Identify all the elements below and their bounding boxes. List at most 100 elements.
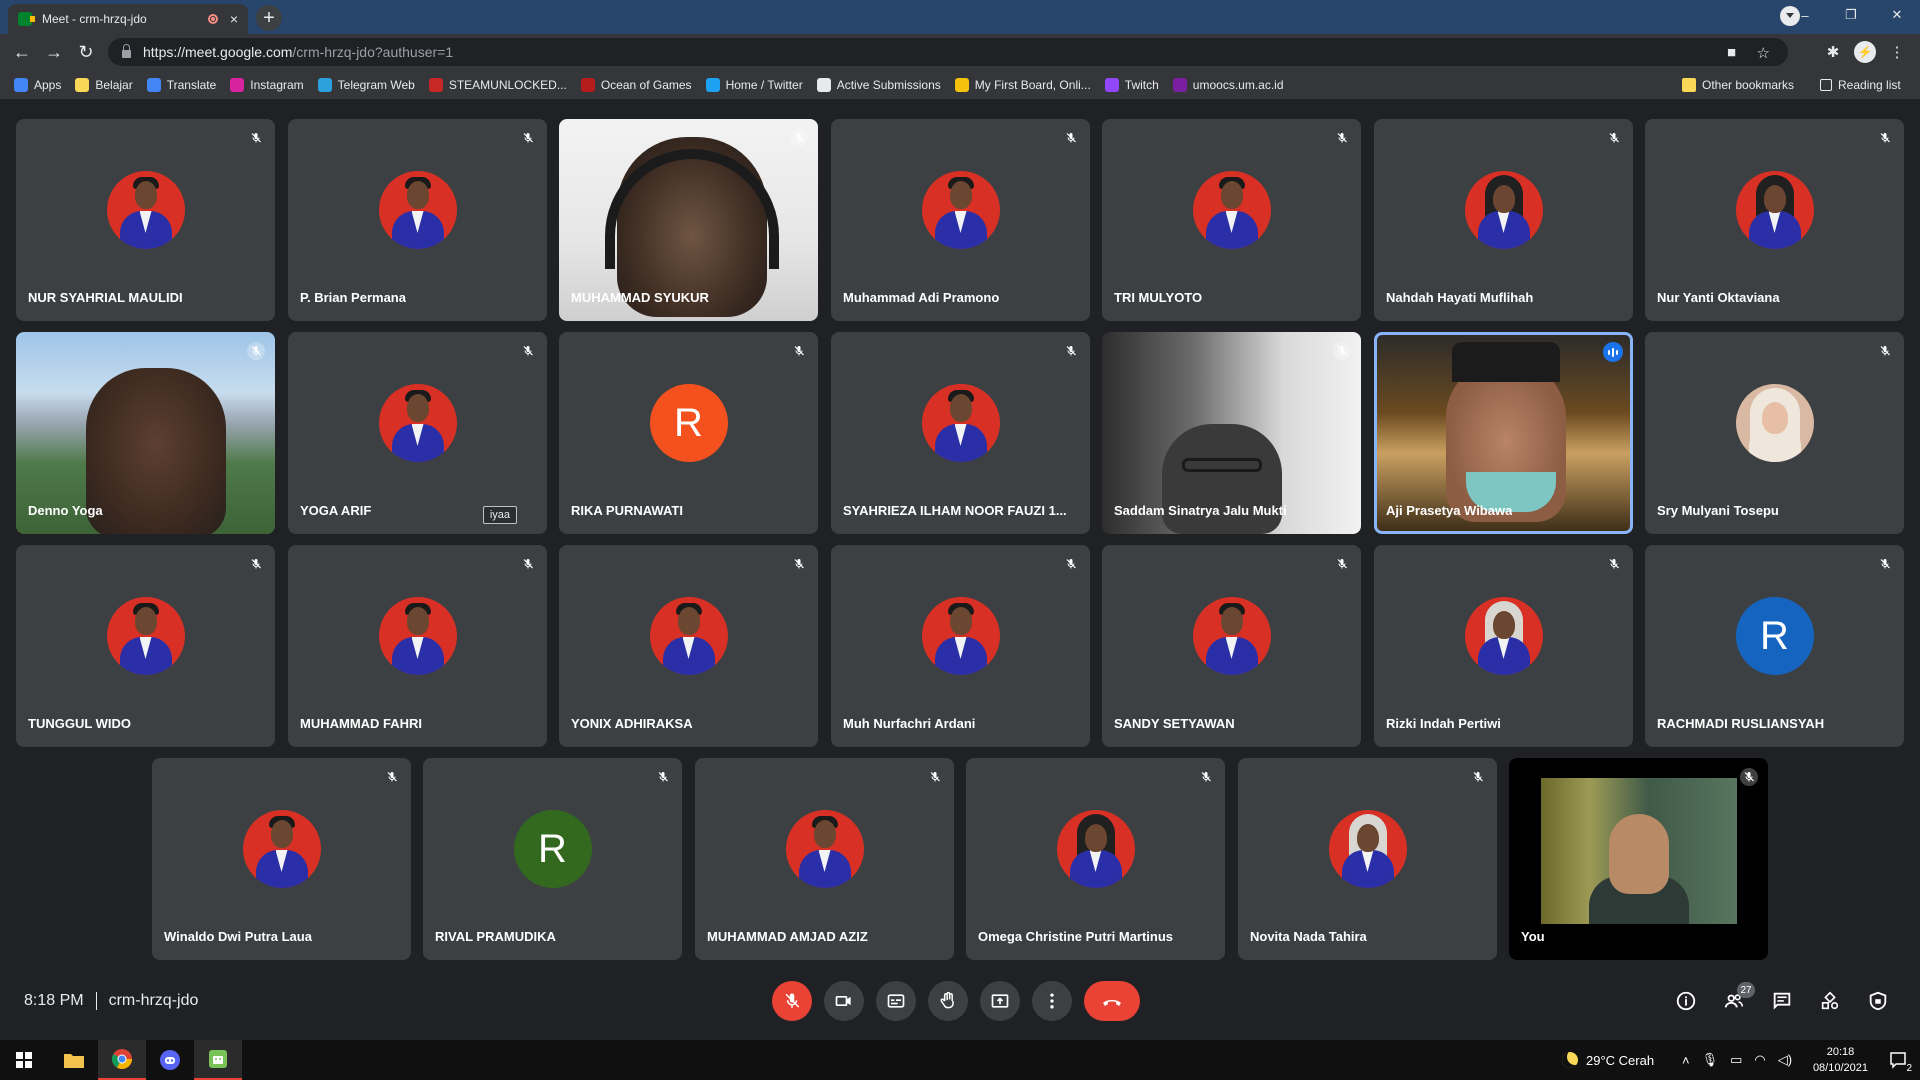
participant-tile[interactable]: TUNGGUL WIDO [16, 545, 275, 747]
participant-tile[interactable]: Saddam Sinatrya Jalu Mukti [1102, 332, 1361, 534]
tab-meet[interactable]: Meet - crm-hrzq-jdo × [8, 4, 248, 34]
wifi-icon[interactable]: ◠ [1754, 1052, 1765, 1068]
clock-date: 08/10/2021 [1812, 1062, 1868, 1074]
forward-icon[interactable]: → [42, 40, 66, 64]
participant-tile[interactable]: MUHAMMAD AMJAD AZIZ [695, 758, 954, 960]
camera-in-use-icon[interactable]: ■ [1727, 44, 1736, 61]
camera-toggle-button[interactable] [824, 981, 864, 1021]
extensions-icon[interactable]: ✱ [1822, 41, 1844, 63]
participant-tile[interactable]: R RIKA PURNAWATI [559, 332, 818, 534]
participant-tile[interactable]: NUR SYAHRIAL MAULIDI [16, 119, 275, 321]
participant-tile[interactable]: Muhammad Adi Pramono [831, 119, 1090, 321]
participant-name: MUHAMMAD AMJAD AZIZ [707, 929, 868, 944]
other-bookmarks[interactable]: Other bookmarks [1682, 70, 1794, 100]
participant-tile[interactable]: Novita Nada Tahira [1238, 758, 1497, 960]
android-app-taskbar-icon[interactable] [194, 1040, 242, 1080]
discord-taskbar-icon[interactable] [146, 1040, 194, 1080]
present-screen-button[interactable] [980, 981, 1020, 1021]
participant-tile[interactable]: R RIVAL PRAMUDIKA [423, 758, 682, 960]
bookmark-twitter[interactable]: Home / Twitter [705, 77, 803, 92]
mic-toggle-button[interactable] [772, 981, 812, 1021]
participant-name: YONIX ADHIRAKSA [571, 716, 693, 731]
chevron-up-icon[interactable]: ˄ [1682, 1053, 1690, 1068]
participant-tile[interactable]: Denno Yoga [16, 332, 275, 534]
new-tab-button[interactable]: + [256, 5, 282, 31]
bookmark-twitch[interactable]: Twitch [1104, 77, 1159, 92]
bookmark-star-icon[interactable]: ☆ [1757, 44, 1770, 62]
call-end-icon [1103, 1000, 1121, 1006]
participant-avatar [1328, 810, 1407, 888]
participant-tile[interactable]: R RACHMADI RUSLIANSYAH [1645, 545, 1904, 747]
captions-button[interactable] [876, 981, 916, 1021]
participant-tile[interactable]: Muh Nurfachri Ardani [831, 545, 1090, 747]
participant-tile[interactable]: MUHAMMAD SYUKUR [559, 119, 818, 321]
battery-icon[interactable]: ▭ [1730, 1052, 1742, 1068]
participant-tile[interactable]: Sry Mulyani Tosepu [1645, 332, 1904, 534]
participant-tile[interactable]: Omega Christine Putri Martinus [966, 758, 1225, 960]
participant-tile[interactable]: YONIX ADHIRAKSA [559, 545, 818, 747]
participant-tile[interactable]: SANDY SETYAWAN [1102, 545, 1361, 747]
peci-cap [1452, 342, 1560, 382]
windows-start-icon[interactable] [0, 1040, 48, 1080]
bookmark-apps[interactable]: Apps [14, 77, 61, 92]
participants-button[interactable]: 27 [1719, 982, 1755, 1016]
participant-tile[interactable]: Nur Yanti Oktaviana [1645, 119, 1904, 321]
chat-button[interactable] [1767, 986, 1797, 1016]
reload-icon[interactable]: ↻ [74, 40, 98, 64]
participant-name: Rizki Indah Pertiwi [1386, 716, 1501, 731]
mic-muted-icon [1333, 129, 1351, 147]
notification-center-icon [1890, 1052, 1906, 1069]
volume-icon[interactable]: ◁) [1778, 1052, 1792, 1068]
activities-button[interactable] [1815, 986, 1845, 1016]
minimize-button[interactable]: – [1782, 0, 1828, 30]
tab-close-button[interactable]: × [230, 11, 238, 27]
participant-tile[interactable]: You [1509, 758, 1768, 960]
chat-icon [1773, 992, 1791, 1010]
bookmark-belajar[interactable]: Belajar [75, 77, 133, 92]
address-bar[interactable]: https://meet.google.com/crm-hrzq-jdo?aut… [108, 38, 1788, 66]
participant-avatar: R [649, 384, 728, 462]
participant-tile[interactable]: P. Brian Permana [288, 119, 547, 321]
raise-hand-button[interactable] [928, 981, 968, 1021]
profile-avatar-icon[interactable]: ⚡ [1854, 41, 1876, 63]
apps-grid-icon [14, 77, 28, 92]
bookmark-label: Telegram Web [337, 77, 415, 92]
participant-tile[interactable]: Rizki Indah Pertiwi [1374, 545, 1633, 747]
participant-tile[interactable]: YOGA ARIF iyaa [288, 332, 547, 534]
bookmark-ocean-of-games[interactable]: Ocean of Games [580, 77, 692, 92]
mic-off-icon [785, 993, 800, 1008]
bookmark-active-submissions[interactable]: Active Submissions [816, 77, 941, 92]
bookmark-instagram[interactable]: Instagram [230, 77, 304, 92]
leave-call-button[interactable] [1084, 981, 1140, 1021]
microphone-tray-icon[interactable]: 🎙︎ [1702, 1052, 1719, 1068]
participant-tile[interactable]: MUHAMMAD FAHRI [288, 545, 547, 747]
mic-muted-icon [1876, 129, 1894, 147]
participant-tile[interactable]: Nahdah Hayati Muflihah [1374, 119, 1633, 321]
bookmark-my-first-board[interactable]: My First Board, Onli... [954, 77, 1091, 92]
bookmark-umoocs[interactable]: umoocs.um.ac.id [1172, 77, 1284, 92]
file-explorer-icon[interactable] [50, 1040, 98, 1080]
notifications-button[interactable]: 2 [1876, 1040, 1920, 1080]
participant-name: YOGA ARIF [300, 503, 372, 518]
weather-widget[interactable]: 29°C Cerah [1562, 1040, 1654, 1080]
close-window-button[interactable]: ✕ [1874, 0, 1920, 30]
bookmark-telegram[interactable]: Telegram Web [317, 77, 415, 92]
reading-list[interactable]: Reading list [1820, 70, 1901, 100]
miro-icon [954, 77, 969, 92]
participant-tile[interactable]: TRI MULYOTO [1102, 119, 1361, 321]
back-icon[interactable]: ← [10, 40, 34, 64]
participant-tile[interactable]: SYAHRIEZA ILHAM NOOR FAUZI 1... [831, 332, 1090, 534]
more-options-button[interactable] [1032, 981, 1072, 1021]
bookmark-translate[interactable]: Translate [146, 77, 216, 92]
bookmark-steamunlocked[interactable]: STEAMUNLOCKED... [428, 77, 567, 92]
participant-tile[interactable]: Aji Prasetya Wibawa [1374, 332, 1633, 534]
maximize-button[interactable]: ❐ [1828, 0, 1874, 30]
menu-kebab-icon[interactable]: ⋮ [1886, 41, 1908, 63]
meeting-details-button[interactable] [1671, 986, 1701, 1016]
chrome-taskbar-icon[interactable] [98, 1040, 146, 1080]
taskbar-clock[interactable]: 20:18 08/10/2021 [1813, 1044, 1868, 1076]
participant-name: Nur Yanti Oktaviana [1657, 290, 1780, 305]
host-controls-button[interactable] [1863, 986, 1893, 1016]
tab-title: Meet - crm-hrzq-jdo [42, 12, 147, 26]
participant-tile[interactable]: Winaldo Dwi Putra Laua [152, 758, 411, 960]
